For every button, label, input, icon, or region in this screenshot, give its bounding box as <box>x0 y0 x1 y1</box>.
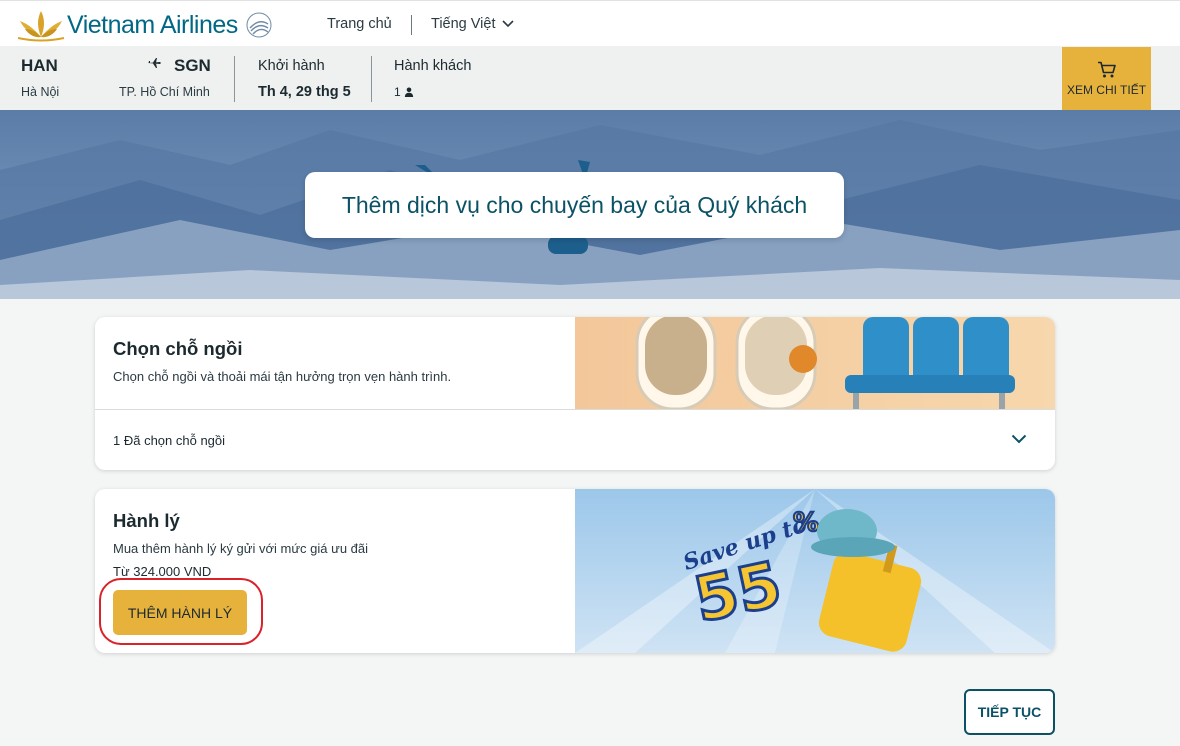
seat-card-description: Chọn chỗ ngồi và thoải mái tận hưởng trọ… <box>113 369 452 384</box>
brand-name: Vietnam Airlines <box>67 10 238 39</box>
lotus-logo-icon <box>17 11 65 42</box>
hero-banner: Thêm dịch vụ cho chuyến bay của Quý khác… <box>0 110 1180 299</box>
skyteam-icon <box>246 12 272 38</box>
baggage-card-description: Mua thêm hành lý ký gửi với mức giá ưu đ… <box>113 541 369 556</box>
seat-promo-image <box>575 317 1055 409</box>
promo-unit-text: % <box>793 508 819 538</box>
seat-selected-status: 1 Đã chọn chỗ ngồi <box>113 433 226 448</box>
chevron-down-icon[interactable] <box>1011 434 1027 444</box>
language-selector[interactable]: Tiếng Việt <box>431 16 514 32</box>
passenger-count-value: 1 <box>394 85 401 99</box>
passenger-label: Hành khách <box>394 58 472 74</box>
continue-button[interactable]: TIẾP TỤC <box>964 689 1055 735</box>
destination-city: TP. Hồ Chí Minh <box>119 85 210 99</box>
plane-icon <box>148 58 161 68</box>
baggage-promo-image: Save up to 55 % <box>575 489 1055 653</box>
departure-label: Khởi hành <box>258 58 325 74</box>
hero-card: Thêm dịch vụ cho chuyến bay của Quý khác… <box>305 172 844 238</box>
departure-date: Th 4, 29 thg 5 <box>258 84 351 100</box>
language-label: Tiếng Việt <box>431 16 496 32</box>
summary-divider <box>234 56 235 102</box>
chevron-down-icon <box>501 20 514 28</box>
view-details-cart-button[interactable]: XEM CHI TIẾT <box>1062 47 1151 110</box>
baggage-card-title: Hành lý <box>113 510 180 531</box>
flight-summary-bar: HAN Hà Nội SGN TP. Hồ Chí Minh Khởi hành… <box>0 46 1180 110</box>
origin-code: HAN <box>21 56 58 75</box>
seat-selection-card: Chọn chỗ ngồi Chọn chỗ ngồi và thoải mái… <box>95 317 1055 470</box>
person-icon <box>404 87 413 97</box>
nav-divider <box>411 15 412 35</box>
card-divider <box>95 409 1055 410</box>
destination-code: SGN <box>174 56 211 75</box>
vietnam-airlines-logo[interactable]: Vietnam Airlines <box>16 5 274 45</box>
view-details-label: XEM CHI TIẾT <box>1066 82 1147 97</box>
origin-city: Hà Nội <box>21 85 60 99</box>
baggage-price: Từ 324.000 VND <box>113 564 212 579</box>
seat-card-title: Chọn chỗ ngồi <box>113 338 243 359</box>
summary-divider <box>371 56 372 102</box>
hero-title: Thêm dịch vụ cho chuyến bay của Quý khác… <box>341 191 808 218</box>
add-baggage-button[interactable]: THÊM HÀNH LÝ <box>113 590 247 635</box>
shopping-cart-icon <box>1097 61 1116 77</box>
passenger-count: 1 <box>394 85 414 99</box>
top-nav: Vietnam Airlines Trang chủ Tiếng Việt <box>0 0 1180 46</box>
nav-home-link[interactable]: Trang chủ <box>327 16 392 32</box>
